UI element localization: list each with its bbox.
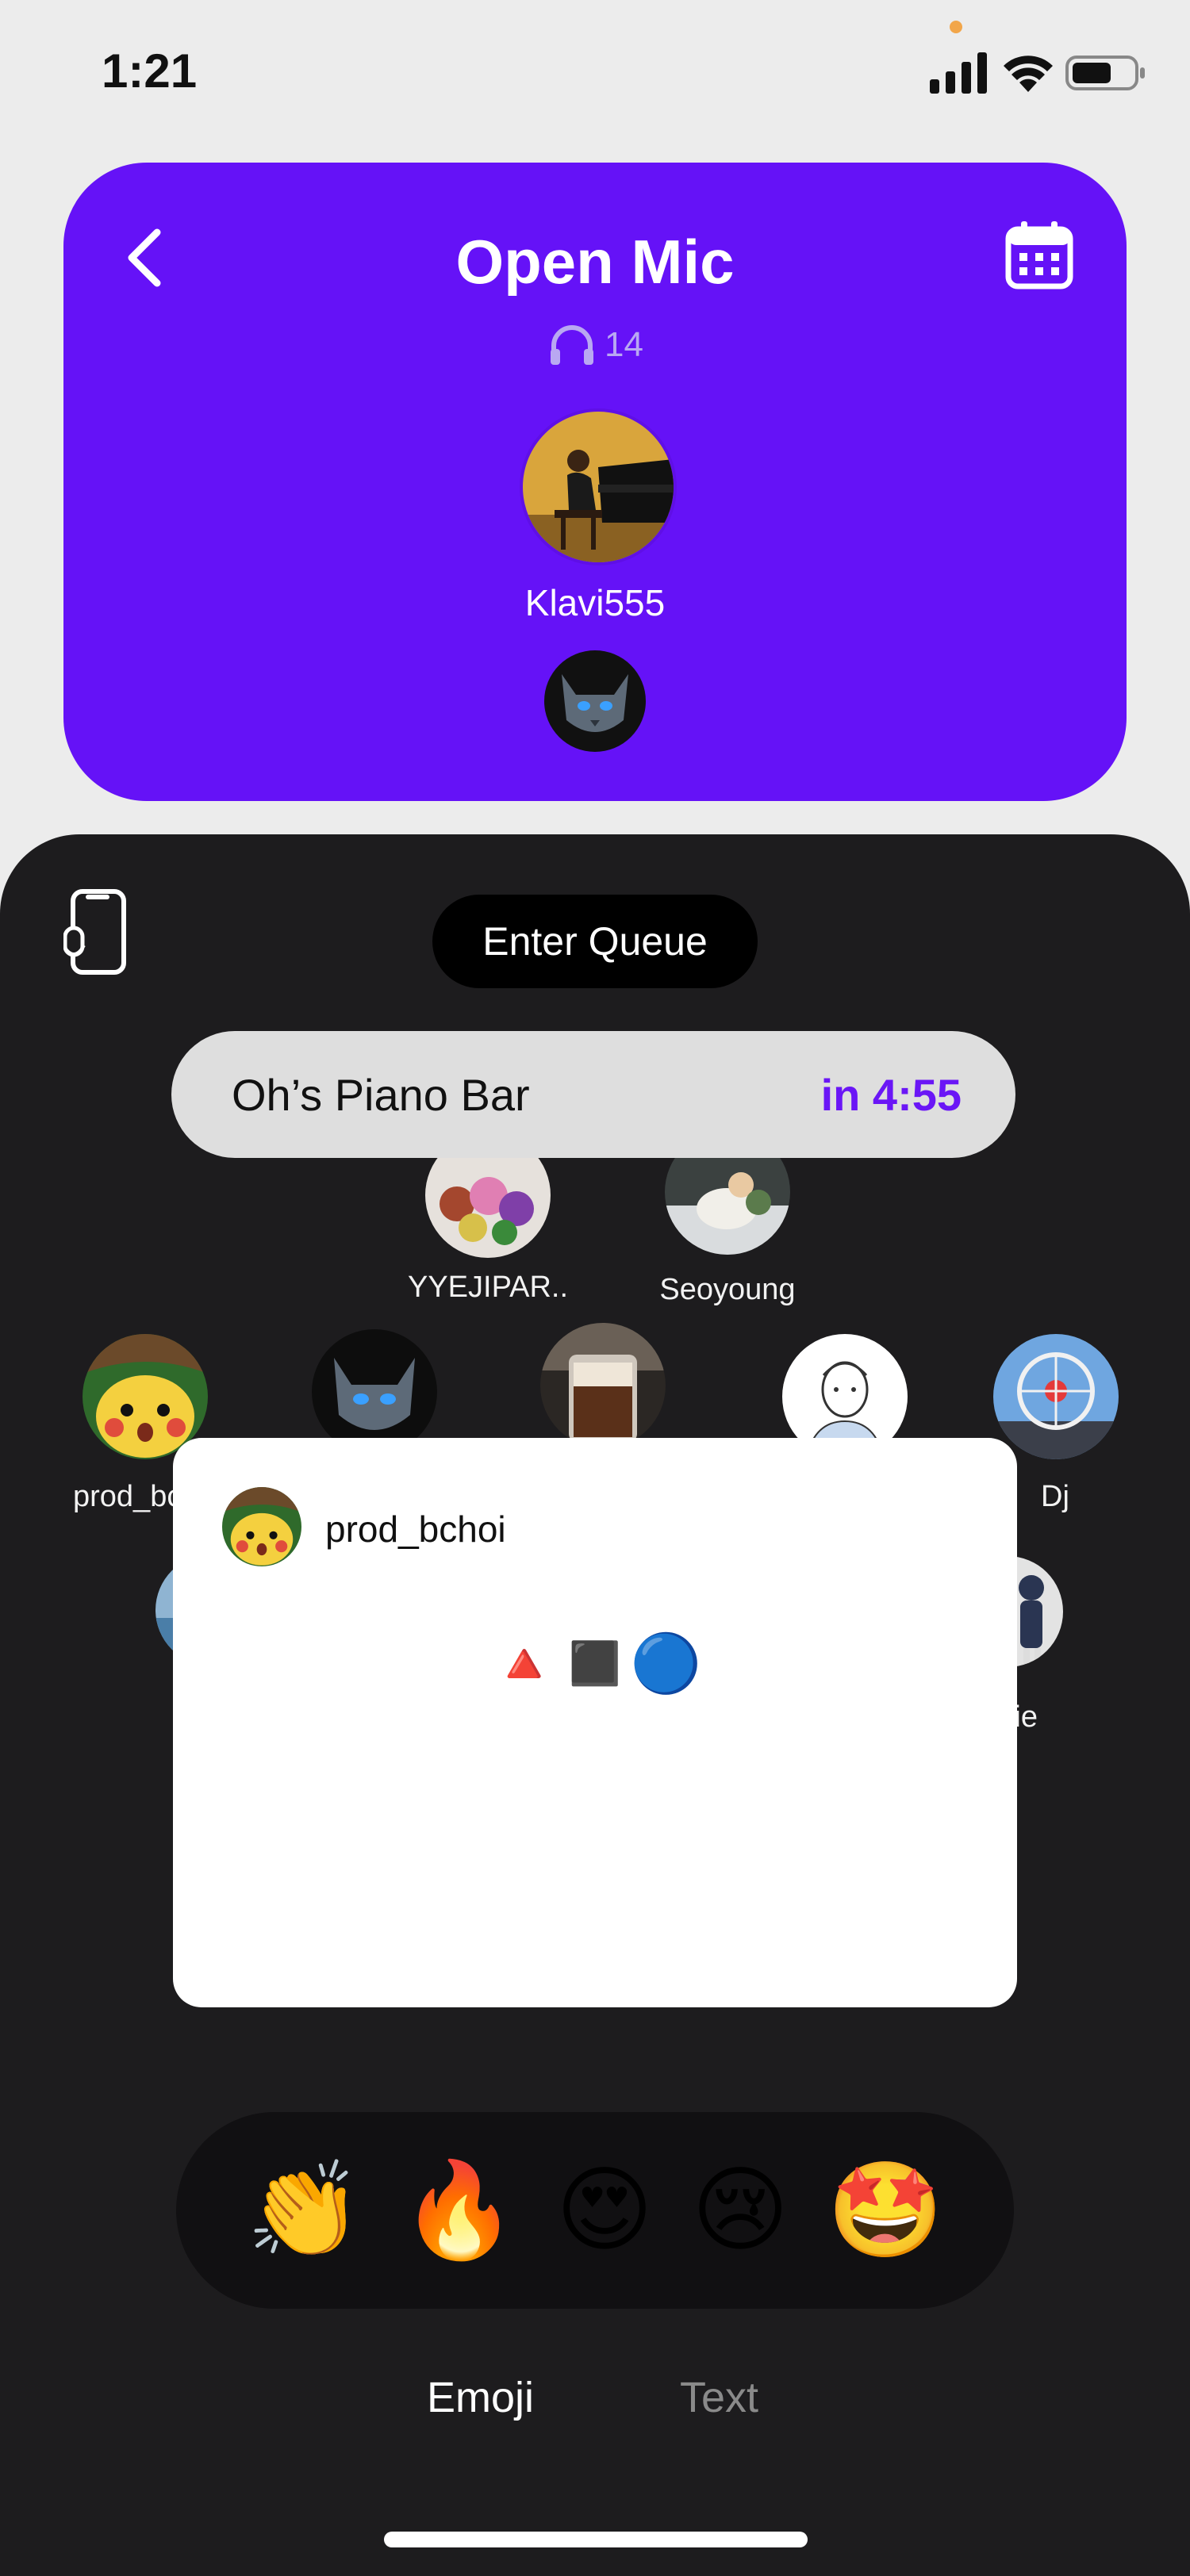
cellular-signal-icon bbox=[930, 52, 987, 94]
battery-icon bbox=[1065, 56, 1145, 90]
gray-cat-photo bbox=[312, 1329, 437, 1455]
sad-reaction-button[interactable]: 😢 bbox=[692, 2164, 789, 2257]
reaction-bar: 👏 🔥 😍 😢 🤩 bbox=[176, 2112, 1014, 2309]
host-name: Klavi555 bbox=[524, 582, 666, 623]
audience-name-yyejipar: YYEJIPAR.. bbox=[407, 1271, 569, 1304]
wifi-icon bbox=[1004, 56, 1053, 92]
message-sender-name: prod_bchoi bbox=[325, 1508, 506, 1550]
cohost-avatar[interactable] bbox=[544, 650, 646, 752]
tab-emoji[interactable]: Emoji bbox=[427, 2373, 534, 2422]
queue-timer: in 4:55 bbox=[820, 1069, 962, 1120]
tab-text[interactable]: Text bbox=[680, 2373, 758, 2422]
clap-reaction-button[interactable]: 👏 bbox=[246, 2164, 363, 2257]
screen: 1:21 Open Mic 14 Klavi555 Enter Queue Oh… bbox=[0, 0, 1190, 2576]
host-avatar[interactable] bbox=[520, 408, 677, 565]
headphones-icon bbox=[551, 325, 593, 365]
audience-avatar-gray-cat[interactable] bbox=[312, 1329, 437, 1455]
room-header-card: Open Mic 14 Klavi555 bbox=[63, 163, 1127, 801]
piano-player-photo bbox=[523, 412, 674, 562]
listener-count-value: 14 bbox=[605, 325, 643, 364]
audience-avatar-coffee[interactable] bbox=[540, 1323, 666, 1448]
enter-queue-button[interactable]: Enter Queue bbox=[432, 895, 758, 988]
status-time: 1:21 bbox=[102, 44, 198, 98]
phone-mic-icon[interactable] bbox=[63, 888, 130, 976]
queue-name: Oh’s Piano Bar bbox=[232, 1069, 530, 1120]
room-title: Open Mic bbox=[455, 227, 735, 297]
privacy-indicator-dot bbox=[950, 21, 962, 33]
gray-cat-photo bbox=[544, 650, 646, 752]
heart-eyes-reaction-button[interactable]: 😍 bbox=[555, 2164, 653, 2257]
pikachu-photo bbox=[222, 1487, 301, 1566]
message-body: 🔺◼️🔵 bbox=[488, 1632, 702, 1696]
message-card: prod_bchoi 🔺◼️🔵 bbox=[173, 1438, 1017, 2007]
ferris-wheel-photo bbox=[993, 1334, 1119, 1459]
iced-coffee-photo bbox=[540, 1323, 666, 1448]
audience-name-seoyoung: Seoyoung bbox=[659, 1273, 796, 1306]
listener-count: 14 bbox=[549, 321, 643, 369]
audience-avatar-dj[interactable] bbox=[993, 1334, 1119, 1459]
queue-pill[interactable]: Oh’s Piano Bar in 4:55 bbox=[171, 1031, 1015, 1158]
fire-reaction-button[interactable]: 🔥 bbox=[401, 2164, 517, 2257]
message-sender-avatar[interactable] bbox=[222, 1487, 301, 1566]
star-struck-reaction-button[interactable]: 🤩 bbox=[827, 2164, 944, 2257]
calendar-icon[interactable] bbox=[1004, 220, 1075, 291]
home-indicator[interactable] bbox=[384, 2532, 808, 2547]
